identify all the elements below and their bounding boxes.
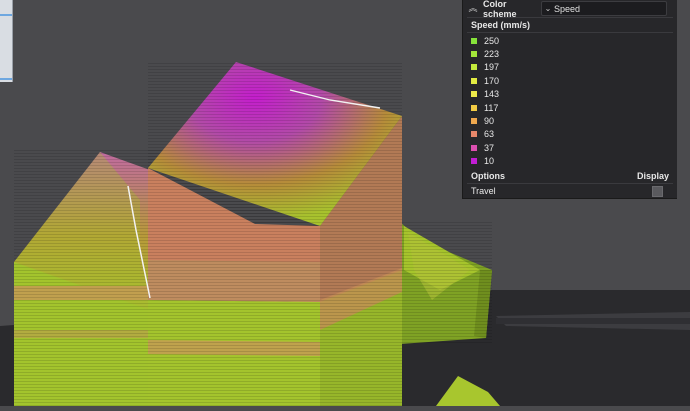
options-header: Options Display xyxy=(463,169,677,183)
travel-label: Travel xyxy=(471,186,496,197)
legend-value: 63 xyxy=(484,129,495,140)
legend-item: 37 xyxy=(463,141,677,154)
left-sidebar-edge xyxy=(0,0,13,82)
chevron-down-icon: ⌄ xyxy=(544,4,552,13)
tower-lines xyxy=(148,62,402,406)
legend-item: 90 xyxy=(463,114,677,127)
legend-value: 117 xyxy=(484,102,499,113)
legend-item: 223 xyxy=(463,47,677,60)
legend-value: 170 xyxy=(484,75,500,86)
speed-title: Speed (mm/s) xyxy=(471,20,531,30)
legend-header: ︽ Color scheme ⌄ Speed xyxy=(463,0,677,19)
legend-item: 143 xyxy=(463,88,677,101)
sidebar-accent-line xyxy=(0,78,12,80)
legend-item: 117 xyxy=(463,101,677,114)
color-swatch xyxy=(471,91,477,98)
color-scheme-label: Color scheme xyxy=(483,0,517,19)
display-label: Display xyxy=(636,170,669,181)
legend-item: 10 xyxy=(463,155,677,168)
legend-value: 223 xyxy=(484,49,500,60)
color-swatch xyxy=(471,144,477,151)
travel-option-row[interactable]: Travel xyxy=(463,184,677,199)
color-swatch xyxy=(471,131,477,138)
color-swatch xyxy=(471,77,477,84)
color-swatch xyxy=(471,51,477,58)
legend-value: 10 xyxy=(484,156,495,167)
collapse-icon[interactable]: ︽ xyxy=(465,4,481,13)
legend-value: 143 xyxy=(484,89,500,100)
legend-item: 63 xyxy=(463,128,677,141)
legend-value: 197 xyxy=(484,62,500,73)
sidebar-accent-line xyxy=(0,14,12,16)
legend-item: 170 xyxy=(463,74,677,87)
color-swatch xyxy=(471,64,477,71)
legend-item: 250 xyxy=(463,34,677,47)
color-swatch xyxy=(471,104,477,111)
legend-panel: ︽ Color scheme ⌄ Speed Speed (mm/s) 250 … xyxy=(462,0,677,199)
color-scheme-value: Speed xyxy=(554,3,581,14)
legend-value: 90 xyxy=(484,116,495,127)
color-scheme-select[interactable]: ⌄ Speed xyxy=(541,1,667,16)
color-swatch xyxy=(471,118,477,125)
color-swatch xyxy=(471,158,477,165)
legend-item: 197 xyxy=(463,61,677,74)
travel-display-checkbox[interactable] xyxy=(652,185,663,197)
legend-value: 250 xyxy=(484,35,500,46)
legend-value: 37 xyxy=(484,142,495,153)
plate-slot-inner xyxy=(496,318,690,324)
legend-list: 250 223 197 170 143 117 90 63 37 10 xyxy=(463,33,677,168)
options-label: Options xyxy=(471,170,505,181)
color-swatch xyxy=(471,37,477,44)
right-block-lines xyxy=(400,222,492,344)
